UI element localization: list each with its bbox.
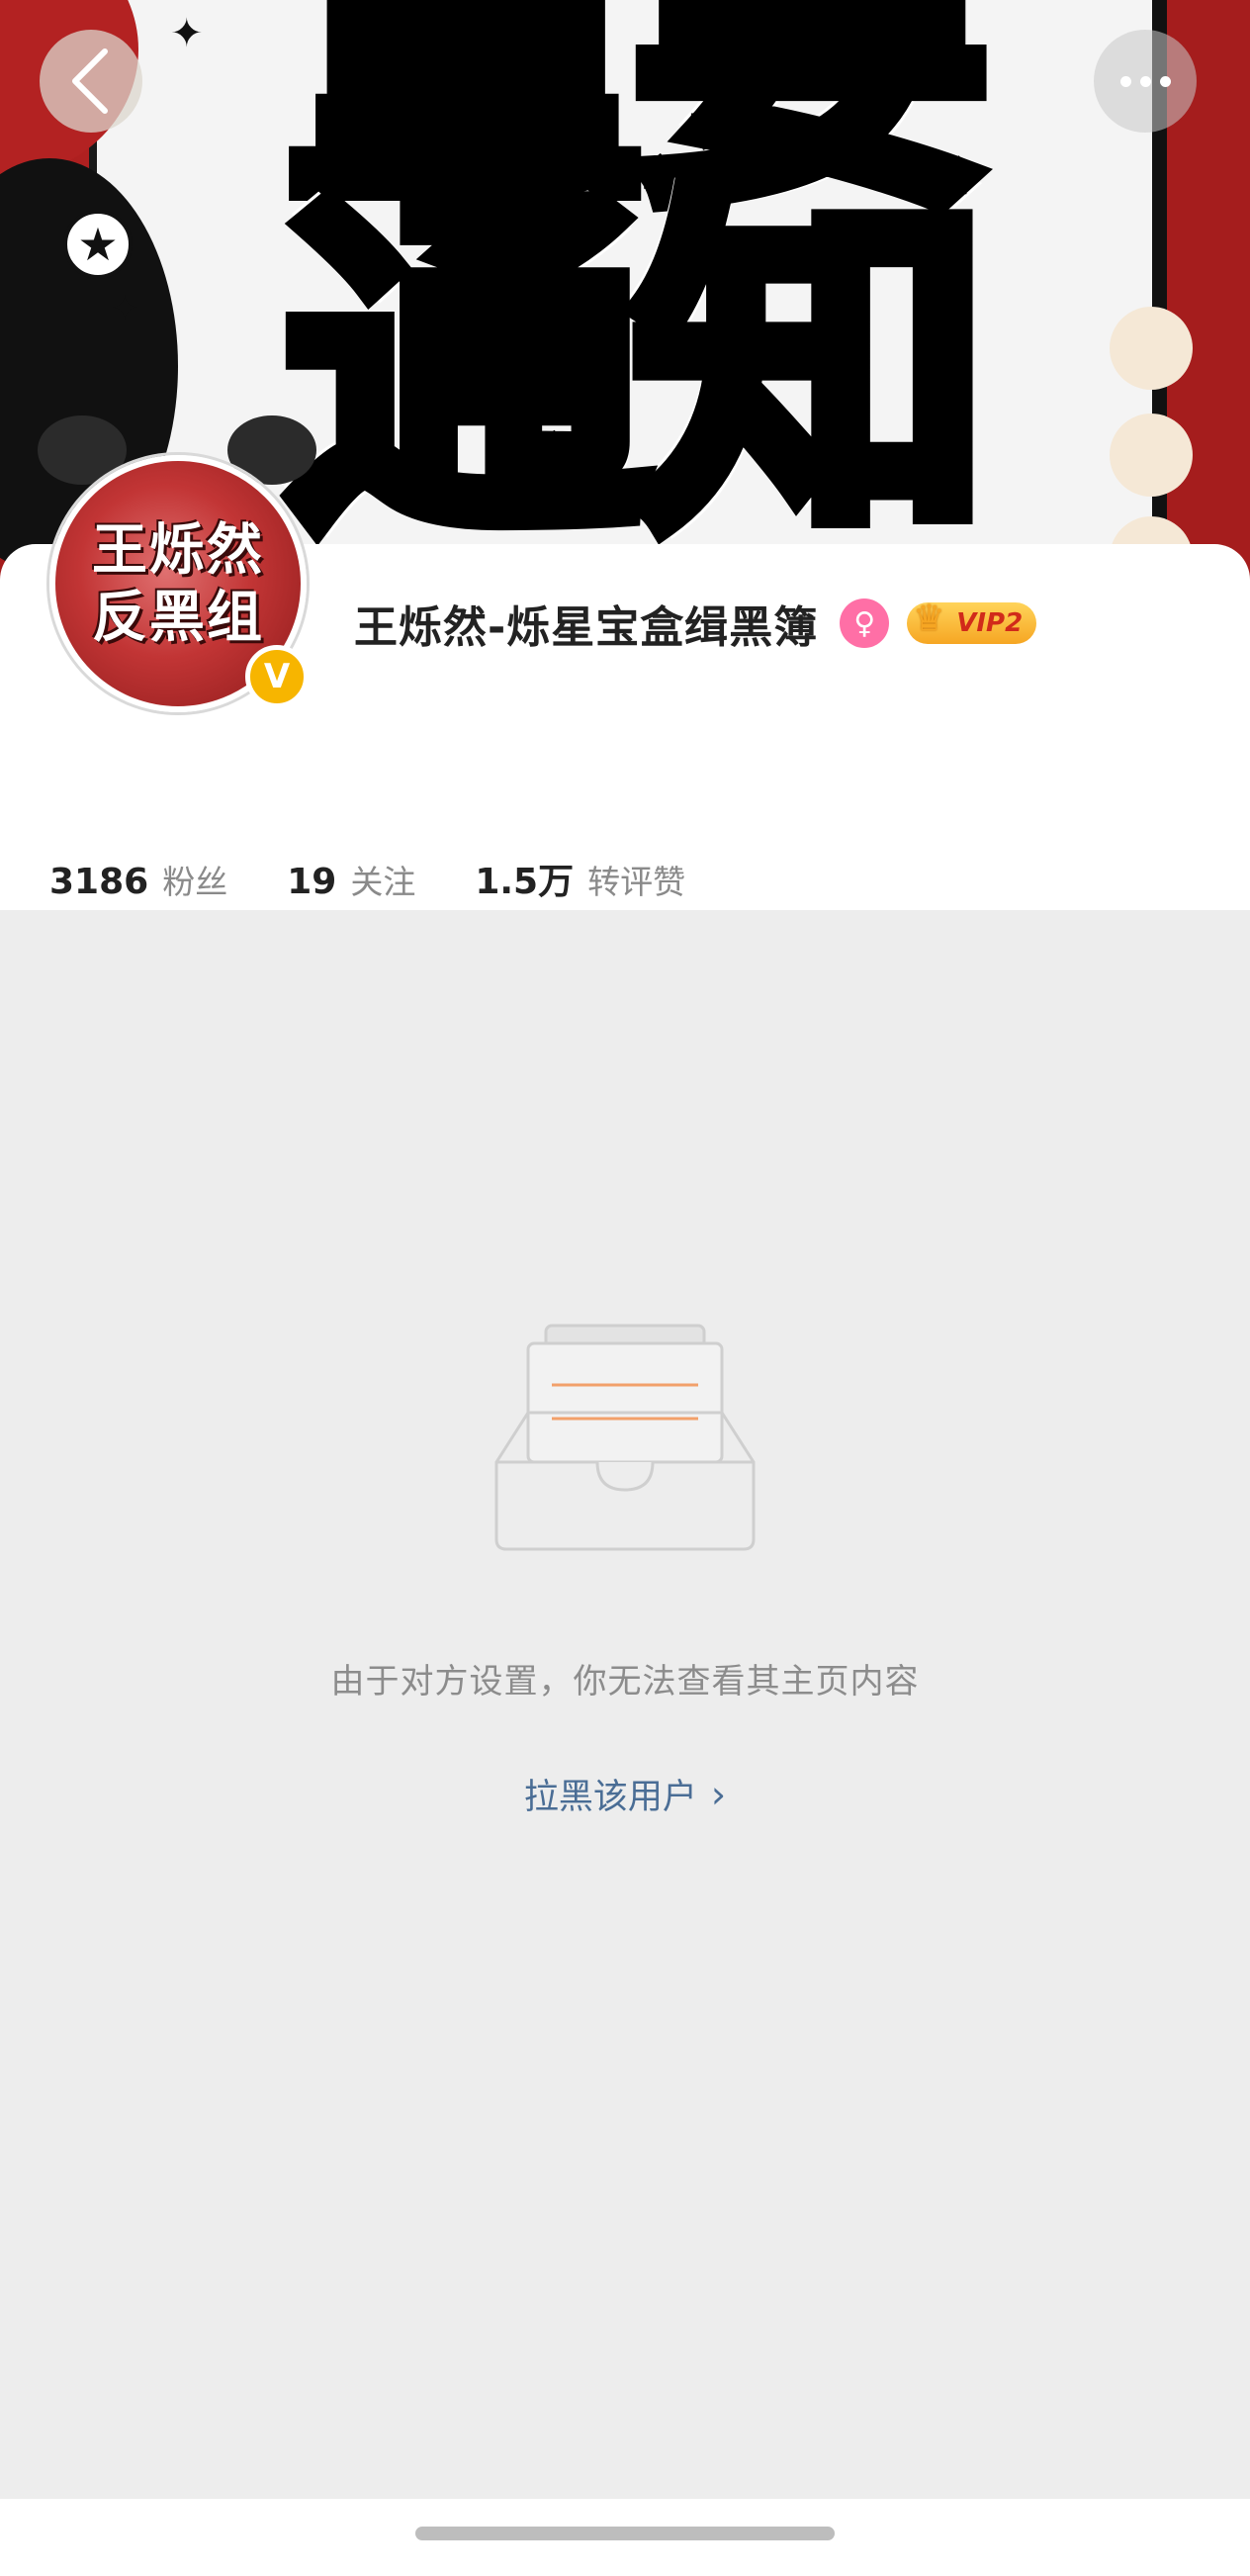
star-badge-icon: ★ (63, 210, 133, 279)
avatar-text-line2: 反黑组 (92, 585, 264, 650)
vip-label: VIP2 (956, 608, 1024, 638)
female-gender-icon: ♀ (840, 598, 890, 648)
stat-value: 19 (287, 862, 337, 902)
empty-inbox-icon (494, 1324, 756, 1551)
empty-state-message: 由于对方设置，你无法查看其主页内容 (330, 1662, 920, 1702)
sparkle-icon: ✦ (111, 289, 139, 328)
chevron-right-icon: › (710, 1772, 727, 1816)
home-indicator[interactable] (415, 2527, 835, 2540)
stat-value: 3186 (49, 862, 149, 902)
stat-value: 1.5万 (475, 862, 575, 902)
username: 王烁然-烁星宝盒缉黑簿 (354, 602, 819, 653)
verified-badge-icon: V (245, 645, 309, 708)
stat-label: 粉丝 (162, 863, 228, 901)
stat-label: 关注 (350, 863, 416, 901)
profile-page: 重要 通知 ✦ ✦ ★ 王烁然 反黑组 V 王烁然-烁星宝盒缉黑簿 ♀ ♛ VI… (0, 0, 1250, 2576)
avatar-text-line1: 王烁然 (92, 517, 264, 583)
vip-badge[interactable]: ♛ VIP2 (907, 598, 1037, 644)
stat-label: 转评赞 (587, 863, 686, 901)
stat-followers[interactable]: 3186 粉丝 (49, 856, 227, 903)
cover-decoration (1110, 307, 1193, 390)
chevron-left-icon (72, 48, 108, 114)
cover-decoration (1110, 414, 1193, 497)
stats-row: 3186 粉丝 19 关注 1.5万 转评赞 (49, 853, 745, 904)
block-user-link[interactable]: 拉黑该用户 › (0, 1769, 1250, 1819)
more-options-button[interactable] (1094, 30, 1197, 133)
back-button[interactable] (40, 30, 142, 133)
name-row: 王烁然-烁星宝盒缉黑簿 ♀ ♛ VIP2 (354, 592, 1037, 655)
cover-title: 重要 通知 (198, 0, 1068, 578)
sparkle-icon: ✦ (170, 11, 204, 56)
avatar[interactable]: 王烁然 反黑组 V (38, 415, 316, 732)
cover-text-line2: 通知 (276, 163, 1000, 578)
stat-interactions[interactable]: 1.5万 转评赞 (475, 853, 685, 904)
block-user-label: 拉黑该用户 (523, 1778, 697, 1817)
stat-following[interactable]: 19 关注 (287, 856, 415, 903)
more-dots-icon (1119, 75, 1171, 87)
crown-icon: ♛ (913, 598, 945, 639)
